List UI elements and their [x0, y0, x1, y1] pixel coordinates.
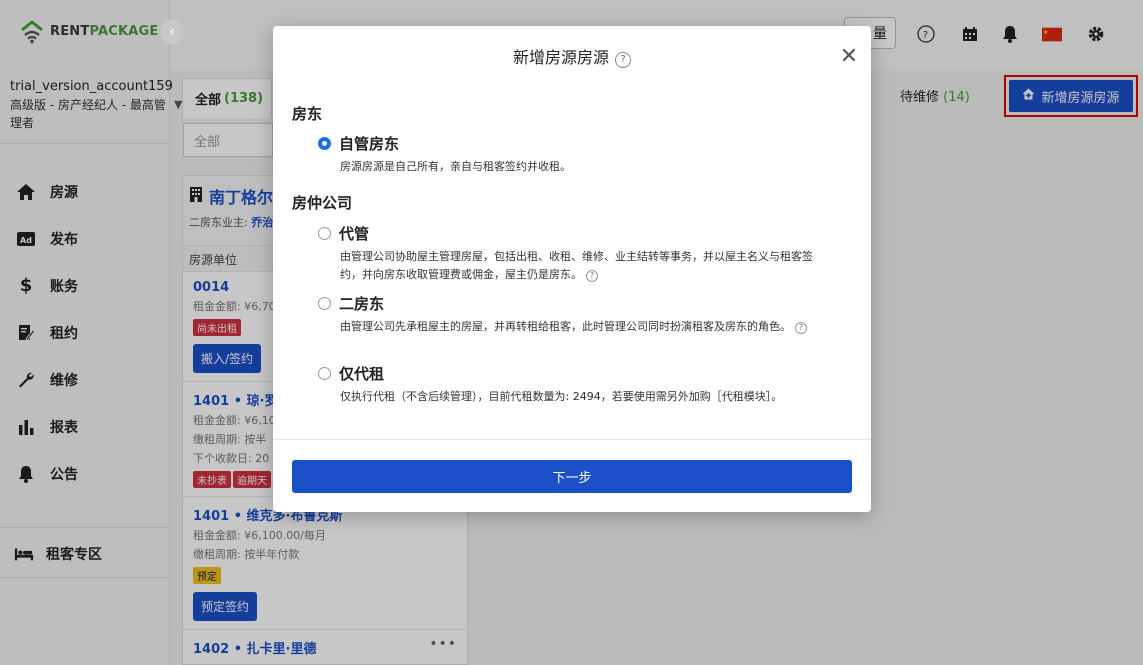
option-leasing-only[interactable]: 仅代租 仅执行代租（不含后续管理），目前代租数量为: 2494，若要使用需另外加… [318, 363, 818, 406]
radio-self-managed[interactable] [318, 137, 331, 150]
option-description: 由管理公司协助屋主管理房屋，包括出租、收租、维修、业主结转等事务，并以屋主名义与… [340, 248, 826, 284]
help-icon[interactable]: ? [795, 322, 807, 334]
help-icon[interactable]: ? [586, 270, 598, 282]
chevron-left-icon: ‹ [169, 24, 175, 40]
option-description-text: 由管理公司协助屋主管理房屋，包括出租、收租、维修、业主结转等事务，并以屋主名义与… [340, 250, 813, 281]
chevron-down-icon[interactable]: ▼ [174, 98, 182, 111]
option-description: 房源房源是自己所有，亲自与租客签约并收租。 [340, 160, 571, 173]
help-icon[interactable]: ? [615, 51, 631, 68]
radio-managed[interactable] [318, 227, 331, 240]
option-label: 代管 [339, 225, 370, 243]
group-agency-label: 房仲公司 [292, 194, 353, 212]
radio-sublease[interactable] [318, 297, 331, 310]
modal-title: 新增房源房源? [273, 44, 871, 68]
next-step-button[interactable]: 下一步 [292, 460, 852, 493]
group-landlord-label: 房东 [292, 105, 323, 123]
option-label: 仅代租 [339, 365, 385, 383]
collapse-sidebar-button[interactable]: ‹ [160, 20, 184, 44]
option-label: 自管房东 [339, 135, 400, 153]
option-description-text: 由管理公司先承租屋主的房屋，并再转租给租客，此时管理公司同时扮演租客及房东的角色… [340, 320, 791, 333]
option-managed[interactable]: 代管 由管理公司协助屋主管理房屋，包括出租、收租、维修、业主结转等事务，并以屋主… [318, 223, 818, 284]
option-label: 二房东 [339, 295, 385, 313]
modal-title-text: 新增房源房源 [512, 48, 609, 67]
divider [273, 439, 871, 440]
close-icon[interactable]: ✕ [839, 44, 859, 69]
option-self-managed[interactable]: 自管房东 房源房源是自己所有，亲自与租客签约并收租。 [318, 133, 818, 176]
add-property-modal: 新增房源房源? ✕ 房东 自管房东 房源房源是自己所有，亲自与租客签约并收租。 … [273, 26, 871, 512]
radio-leasing-only[interactable] [318, 367, 331, 380]
option-description: 由管理公司先承租屋主的房屋，并再转租给租客，此时管理公司同时扮演租客及房东的角色… [340, 318, 820, 336]
option-description: 仅执行代租（不含后续管理），目前代租数量为: 2494，若要使用需另外加购［代租… [340, 390, 783, 403]
option-sublease[interactable]: 二房东 由管理公司先承租屋主的房屋，并再转租给租客，此时管理公司同时扮演租客及房… [318, 293, 818, 336]
